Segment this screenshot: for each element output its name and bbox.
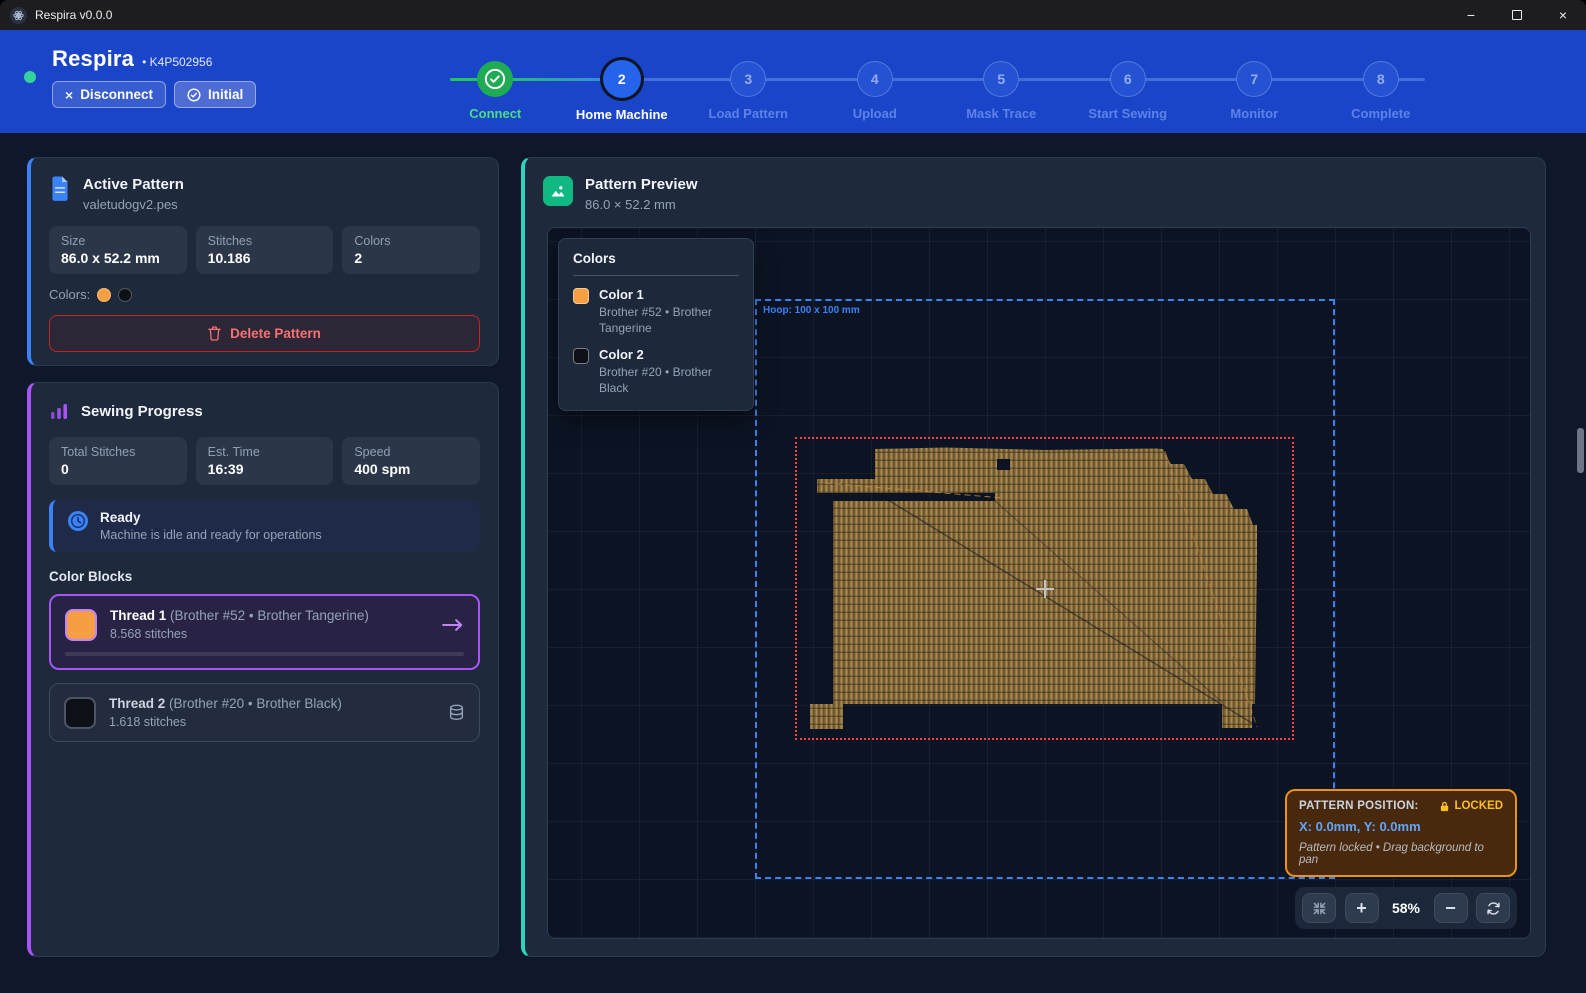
hoop-label: Hoop: 100 x 100 mm bbox=[763, 305, 860, 316]
app-window: Respira v0.0.0 − × Respira • K4P502956 ×… bbox=[0, 0, 1586, 993]
close-button[interactable]: × bbox=[1540, 0, 1586, 30]
pattern-filename: valetudogv2.pes bbox=[83, 197, 184, 212]
workflow-stepper: Connect 2 Home Machine 3 Load Pattern 4 … bbox=[432, 61, 1444, 127]
bar-chart-icon bbox=[49, 401, 69, 421]
window-title: Respira v0.0.0 bbox=[35, 8, 112, 22]
check-circle-icon bbox=[484, 68, 506, 90]
disconnect-x-icon: × bbox=[65, 88, 73, 102]
step-connect[interactable]: Connect bbox=[432, 61, 559, 127]
legend-color-1: Color 1 Brother #52 • Brother Tangerine bbox=[573, 287, 739, 336]
active-pattern-card: Active Pattern valetudogv2.pes Size 86.0… bbox=[27, 157, 499, 366]
legend-color-2: Color 2 Brother #20 • Brother Black bbox=[573, 347, 739, 396]
machine-serial: K4P502956 bbox=[150, 55, 213, 69]
file-icon bbox=[49, 176, 71, 202]
color-blocks-heading: Color Blocks bbox=[49, 569, 480, 584]
stat-speed: Speed 400 spm bbox=[342, 437, 480, 485]
active-pattern-title: Active Pattern bbox=[83, 176, 184, 193]
stat-colors: Colors 2 bbox=[342, 226, 480, 274]
locked-badge: LOCKED bbox=[1439, 800, 1503, 812]
maximize-button[interactable] bbox=[1494, 0, 1540, 30]
connection-status-dot bbox=[24, 71, 36, 83]
scrollbar-thumb[interactable] bbox=[1577, 428, 1584, 473]
status-title: Ready bbox=[100, 510, 322, 525]
initial-button[interactable]: Initial bbox=[174, 81, 256, 108]
zoom-percentage: 58% bbox=[1387, 900, 1425, 916]
status-description: Machine is idle and ready for operations bbox=[100, 528, 322, 542]
colors-legend-heading: Colors bbox=[573, 251, 739, 276]
pattern-preview-title: Pattern Preview bbox=[585, 176, 698, 193]
maximize-icon bbox=[1512, 10, 1522, 20]
minimize-button[interactable]: − bbox=[1448, 0, 1494, 30]
thread-1-progress-bar bbox=[65, 652, 464, 656]
machine-status-banner: Ready Machine is idle and ready for oper… bbox=[49, 500, 480, 552]
step-monitor[interactable]: 7 Monitor bbox=[1191, 61, 1318, 127]
stat-stitches: Stitches 10.186 bbox=[196, 226, 334, 274]
delete-pattern-button[interactable]: Delete Pattern bbox=[49, 315, 480, 352]
preview-canvas[interactable]: Hoop: 100 x 100 mm bbox=[547, 227, 1531, 939]
step-upload[interactable]: 4 Upload bbox=[812, 61, 939, 127]
fit-view-button[interactable] bbox=[1302, 893, 1336, 923]
lock-icon bbox=[1439, 801, 1450, 812]
zoom-in-button[interactable]: + bbox=[1345, 893, 1379, 923]
check-circle-icon bbox=[187, 88, 201, 102]
stat-est-time: Est. Time 16:39 bbox=[196, 437, 334, 485]
brand-title: Respira bbox=[52, 46, 134, 72]
sewing-progress-card: Sewing Progress Total Stitches 0 Est. Ti… bbox=[27, 382, 499, 957]
disconnect-button[interactable]: × Disconnect bbox=[52, 81, 166, 108]
position-hint: Pattern locked • Drag background to pan bbox=[1299, 842, 1503, 866]
colors-legend-panel: Colors Color 1 Brother #52 • Brother Tan… bbox=[558, 238, 754, 411]
stat-total-stitches: Total Stitches 0 bbox=[49, 437, 187, 485]
step-complete[interactable]: 8 Complete bbox=[1318, 61, 1445, 127]
colors-label: Colors: bbox=[49, 287, 90, 302]
step-start-sewing[interactable]: 6 Start Sewing bbox=[1065, 61, 1192, 127]
color-dot-orange bbox=[97, 288, 111, 302]
thread-2-swatch bbox=[64, 697, 96, 729]
step-mask-trace[interactable]: 5 Mask Trace bbox=[938, 61, 1065, 127]
trash-icon bbox=[208, 326, 221, 341]
zoom-toolbar: + 58% − bbox=[1295, 887, 1517, 929]
collapse-icon bbox=[1312, 901, 1327, 916]
zoom-out-button[interactable]: − bbox=[1434, 893, 1468, 923]
thread-block-1[interactable]: Thread 1 (Brother #52 • Brother Tangerin… bbox=[49, 594, 480, 670]
color-dot-black bbox=[118, 288, 132, 302]
app-icon bbox=[10, 7, 27, 24]
hoop-center-crosshair bbox=[1036, 580, 1054, 598]
legend-swatch-2 bbox=[573, 348, 589, 364]
image-icon bbox=[543, 176, 573, 206]
pattern-position-panel: PATTERN POSITION: LOCKED X: 0.0mm, Y: 0.… bbox=[1285, 789, 1517, 877]
database-icon bbox=[448, 704, 465, 721]
pattern-preview-card: Pattern Preview 86.0 × 52.2 mm Hoop: 100… bbox=[521, 157, 1546, 957]
step-connect-circle bbox=[477, 61, 513, 97]
clock-icon bbox=[67, 510, 89, 532]
sewing-progress-title: Sewing Progress bbox=[81, 403, 203, 420]
thread-block-2[interactable]: Thread 2 (Brother #20 • Brother Black) 1… bbox=[49, 683, 480, 742]
position-label: PATTERN POSITION: bbox=[1299, 800, 1419, 812]
thread-1-swatch bbox=[65, 609, 97, 641]
step-load-pattern[interactable]: 3 Load Pattern bbox=[685, 61, 812, 127]
stat-size: Size 86.0 x 52.2 mm bbox=[49, 226, 187, 274]
position-coordinates: X: 0.0mm, Y: 0.0mm bbox=[1299, 819, 1503, 834]
arrow-right-icon bbox=[442, 618, 464, 632]
titlebar: Respira v0.0.0 − × bbox=[0, 0, 1586, 30]
reset-view-button[interactable] bbox=[1476, 893, 1510, 923]
pattern-dimensions: 86.0 × 52.2 mm bbox=[585, 197, 698, 212]
step-home-machine[interactable]: 2 Home Machine bbox=[559, 61, 686, 127]
refresh-icon bbox=[1486, 901, 1501, 916]
app-header: Respira • K4P502956 × Disconnect Initial bbox=[0, 30, 1586, 133]
legend-swatch-1 bbox=[573, 288, 589, 304]
serial-bullet: • bbox=[142, 55, 146, 69]
